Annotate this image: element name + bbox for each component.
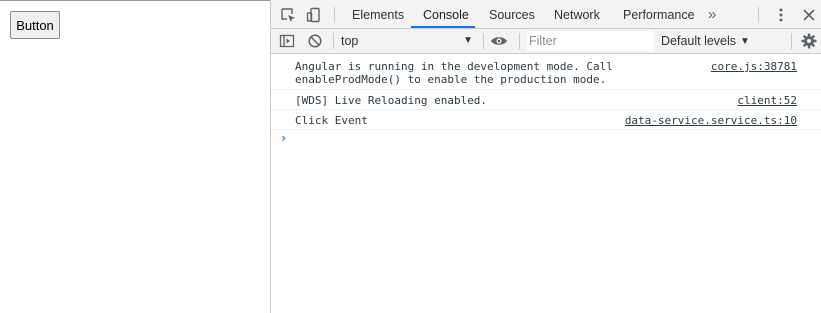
console-message: Angular is running in the development mo… (271, 55, 821, 90)
settings-gear-icon[interactable] (799, 31, 819, 51)
page-button[interactable]: Button (10, 11, 60, 39)
console-message-text: Click Event (295, 114, 368, 127)
dropdown-arrow-icon: ▼ (740, 35, 750, 47)
tab-elements[interactable]: Elements (352, 0, 404, 29)
console-message: [WDS] Live Reloading enabled. client:52 (271, 90, 821, 110)
live-expression-eye-icon[interactable] (489, 31, 509, 51)
customize-menu-icon[interactable] (771, 5, 791, 25)
console-message: Click Event data-service.service.ts:10 (271, 110, 821, 130)
filter-input[interactable] (527, 31, 653, 51)
context-selector[interactable]: top ▼ (341, 31, 477, 51)
clear-console-icon[interactable] (305, 31, 325, 51)
console-message-text: [WDS] Live Reloading enabled. (295, 94, 488, 107)
device-toolbar-icon[interactable] (304, 5, 324, 25)
tab-performance[interactable]: Performance (623, 0, 695, 29)
devtools-tabbar: Elements Console Sources Network Perform… (271, 0, 821, 29)
console-message-text: Angular is running in the development mo… (295, 60, 613, 86)
close-icon[interactable] (799, 5, 819, 25)
tab-network[interactable]: Network (554, 0, 600, 29)
console-message-source-link[interactable]: core.js:38781 (711, 60, 797, 73)
console-message-source-link[interactable]: client:52 (737, 94, 797, 107)
toolbar-divider (758, 7, 759, 23)
log-levels-dropdown[interactable]: Default levels ▼ (661, 31, 750, 51)
toolbar-divider (519, 33, 520, 49)
active-tab-indicator (411, 26, 475, 28)
log-levels-label: Default levels (661, 34, 737, 48)
console-prompt-icon[interactable]: › (280, 131, 287, 145)
console-message-source-link[interactable]: data-service.service.ts:10 (625, 114, 797, 127)
console-toolbar: top ▼ Default levels ▼ (271, 29, 821, 54)
inspect-element-icon[interactable] (278, 5, 298, 25)
show-sidebar-icon[interactable] (277, 31, 297, 51)
tab-console[interactable]: Console (423, 0, 469, 29)
more-tabs-icon[interactable]: » (708, 0, 716, 29)
toolbar-divider (483, 33, 484, 49)
devtools-panel: Elements Console Sources Network Perform… (270, 0, 821, 313)
toolbar-divider (333, 33, 334, 49)
context-selector-value: top (341, 34, 359, 48)
toolbar-divider (334, 7, 335, 23)
console-output: Angular is running in the development mo… (271, 55, 821, 313)
page-viewport: Button (0, 0, 270, 313)
toolbar-divider (791, 33, 792, 49)
dropdown-arrow-icon: ▼ (463, 35, 473, 46)
tab-sources[interactable]: Sources (489, 0, 535, 29)
